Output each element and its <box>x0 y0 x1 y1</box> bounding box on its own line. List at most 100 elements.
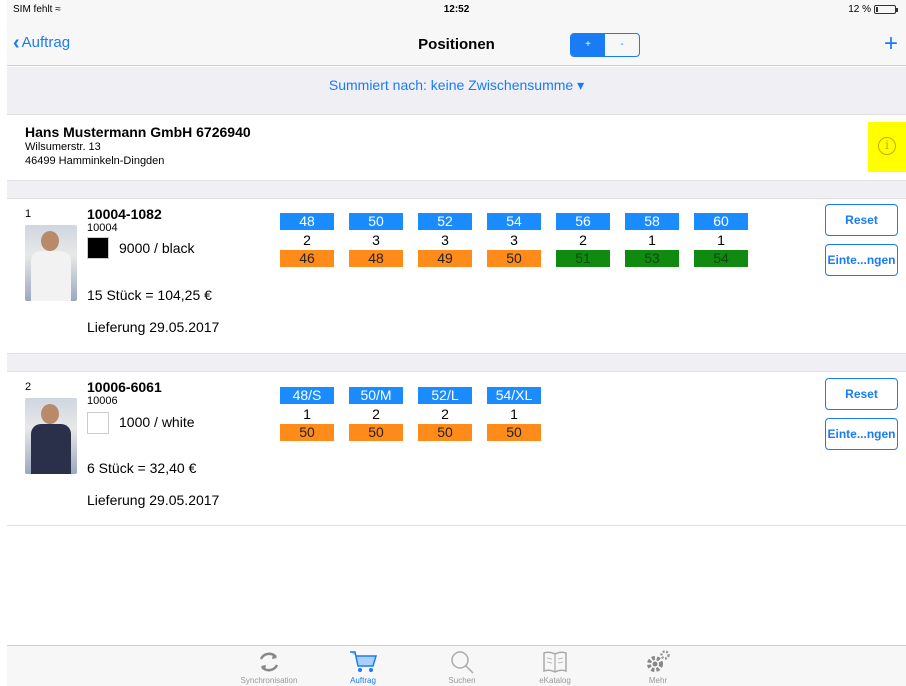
size-column: 56 2 51 <box>556 213 610 267</box>
thumb-head <box>41 404 59 424</box>
delivery-date: Lieferung 29.05.2017 <box>87 492 220 508</box>
size-grid: 48/S 1 50 50/M 2 50 52/L 2 50 54/XL 1 50 <box>280 387 541 441</box>
position-row: 1 10004-1082 10004 9000 / black 15 Stück… <box>7 198 906 354</box>
color-label: 1000 / white <box>119 414 195 430</box>
color-swatch <box>87 412 109 434</box>
cart-icon <box>323 648 403 676</box>
gear-icon <box>618 648 698 676</box>
info-button[interactable]: i <box>868 122 906 172</box>
size-label: 52/L <box>418 387 472 404</box>
article-number: 10004-1082 <box>87 206 162 222</box>
stock-badge: 50 <box>280 424 334 441</box>
quantity-input[interactable]: 1 <box>487 404 541 424</box>
page-title: Positionen <box>418 36 495 53</box>
tab-suchen[interactable]: Suchen <box>422 648 502 685</box>
customer-city: 46499 Hamminkeln-Dingden <box>25 155 165 167</box>
reset-button[interactable]: Reset <box>825 378 898 410</box>
navigation-bar: ‹ Auftrag Positionen + - + <box>7 22 906 66</box>
tab-mehr[interactable]: Mehr <box>618 648 698 685</box>
size-column: 54 3 50 <box>487 213 541 267</box>
quantity-input[interactable]: 3 <box>487 230 541 250</box>
quantity-input[interactable]: 2 <box>349 404 403 424</box>
stock-badge: 49 <box>418 250 472 267</box>
size-label: 58 <box>625 213 679 230</box>
stock-badge: 50 <box>487 424 541 441</box>
quantity-input[interactable]: 1 <box>625 230 679 250</box>
battery-icon <box>874 5 898 14</box>
size-label: 50/M <box>349 387 403 404</box>
size-column: 52 3 49 <box>418 213 472 267</box>
search-icon <box>422 648 502 676</box>
size-label: 54 <box>487 213 541 230</box>
tab-synchronisation[interactable]: Synchronisation <box>229 648 309 685</box>
size-column: 52/L 2 50 <box>418 387 472 441</box>
size-label: 56 <box>556 213 610 230</box>
quantity-total: 6 Stück = 32,40 € <box>87 460 197 476</box>
product-thumbnail[interactable] <box>25 398 77 474</box>
stock-badge: 53 <box>625 250 679 267</box>
seg-minus-button[interactable]: - <box>605 34 639 56</box>
tab-label: Mehr <box>648 676 668 685</box>
tab-label: Suchen <box>448 676 476 685</box>
size-column: 48/S 1 50 <box>280 387 334 441</box>
status-bar: SIM fehlt ≈ 12:52 12 % <box>7 0 906 22</box>
size-label: 52 <box>418 213 472 230</box>
customer-name: Hans Mustermann GmbH 6726940 <box>25 124 251 140</box>
reset-button[interactable]: Reset <box>825 204 898 236</box>
seg-plus-button[interactable]: + <box>571 34 605 56</box>
size-label: 50 <box>349 213 403 230</box>
tab-auftrag[interactable]: Auftrag <box>323 648 403 685</box>
quantity-input[interactable]: 1 <box>280 404 334 424</box>
size-grid: 48 2 46 50 3 48 52 3 49 54 3 50 56 2 51 58 1 53 60 1 54 <box>280 213 748 267</box>
sync-icon <box>229 648 309 676</box>
quantity-input[interactable]: 3 <box>418 230 472 250</box>
quantity-total: 15 Stück = 104,25 € <box>87 287 212 303</box>
battery-status: 12 % <box>848 4 898 15</box>
book-icon <box>515 648 595 676</box>
size-label: 54/XL <box>487 387 541 404</box>
stock-badge: 54 <box>694 250 748 267</box>
thumb-head <box>41 231 59 251</box>
size-column: 48 2 46 <box>280 213 334 267</box>
tab-ekatalog[interactable]: eKatalog <box>515 648 595 685</box>
add-button[interactable]: + <box>884 30 898 58</box>
size-column: 60 1 54 <box>694 213 748 267</box>
delivery-date: Lieferung 29.05.2017 <box>87 319 220 335</box>
product-thumbnail[interactable] <box>25 225 77 301</box>
quantity-input[interactable]: 2 <box>280 230 334 250</box>
quantity-input[interactable]: 2 <box>556 230 610 250</box>
thumb-shirt <box>31 251 71 301</box>
tab-label: eKatalog <box>539 676 571 685</box>
spacer <box>7 181 906 198</box>
summary-selector[interactable]: Summiert nach: keine Zwischensumme ▾ <box>7 67 906 104</box>
zoom-segmented-control: + - <box>570 33 640 57</box>
size-label: 48/S <box>280 387 334 404</box>
tab-label: Synchronisation <box>240 676 298 685</box>
position-row: 2 10006-6061 10006 1000 / white 6 Stück … <box>7 371 906 526</box>
stock-badge: 50 <box>418 424 472 441</box>
stock-badge: 46 <box>280 250 334 267</box>
color-label: 9000 / black <box>119 240 195 256</box>
stock-badge: 51 <box>556 250 610 267</box>
stock-badge: 50 <box>349 424 403 441</box>
spacer <box>7 354 906 371</box>
quantity-input[interactable]: 1 <box>694 230 748 250</box>
article-base: 10006 <box>87 395 118 407</box>
article-base: 10004 <box>87 222 118 234</box>
app-frame: SIM fehlt ≈ 12:52 12 % ‹ Auftrag Positio… <box>7 0 906 686</box>
position-number: 1 <box>25 208 32 220</box>
quantity-input[interactable]: 3 <box>349 230 403 250</box>
settings-button[interactable]: Einte...ngen <box>825 418 898 450</box>
tab-label: Auftrag <box>350 676 376 685</box>
size-column: 50 3 48 <box>349 213 403 267</box>
stock-badge: 48 <box>349 250 403 267</box>
thumb-shirt <box>31 424 71 474</box>
battery-percent: 12 % <box>848 4 871 15</box>
settings-button[interactable]: Einte...ngen <box>825 244 898 276</box>
quantity-input[interactable]: 2 <box>418 404 472 424</box>
tab-bar: Synchronisation Auftrag Suchen eKatalog … <box>7 645 906 686</box>
size-column: 58 1 53 <box>625 213 679 267</box>
info-icon: i <box>878 137 896 155</box>
clock: 12:52 <box>443 4 470 15</box>
size-label: 48 <box>280 213 334 230</box>
